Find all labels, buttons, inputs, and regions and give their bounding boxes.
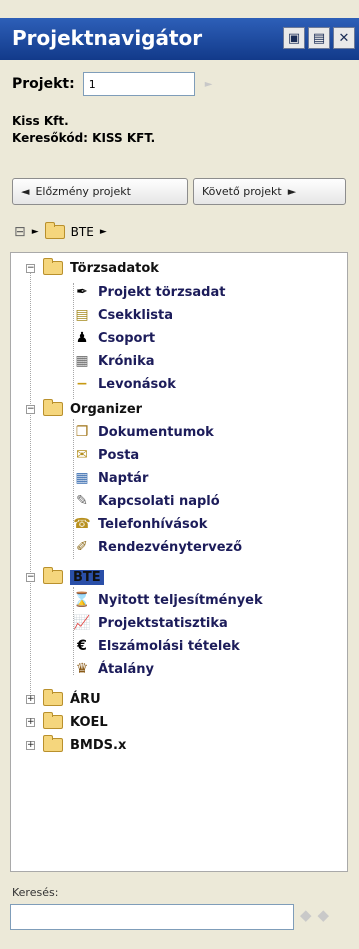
tree-item-telefonhivasok[interactable]: ☎ Telefonhívások xyxy=(73,513,207,535)
tree-view-icon[interactable]: ⊟ xyxy=(14,224,26,240)
documents-icon: ❐ xyxy=(75,424,89,440)
collapse-toggle[interactable]: − xyxy=(26,573,35,582)
tree-item-atalany[interactable]: ♛ Átalány xyxy=(73,658,154,680)
arrow-right-icon: ► xyxy=(287,185,297,198)
project-input[interactable] xyxy=(82,72,195,96)
open-tasks-icon: ⌛ xyxy=(73,592,91,608)
next-project-label: Követő projekt xyxy=(202,185,282,198)
dock-icon[interactable]: ▣ xyxy=(283,27,305,49)
title-bar: Projektnavigátor ▣ ▤ ✕ xyxy=(0,18,359,60)
folder-icon xyxy=(43,399,63,416)
project-tree: − Törzsadatok ✒ Projekt törzsadat ▤ Csek… xyxy=(10,252,348,872)
breadcrumb: ⊟ ► BTE ► xyxy=(14,222,107,240)
prev-project-button[interactable]: ◄ Előzmény projekt xyxy=(12,178,188,205)
tree-group-aru[interactable]: ÁRU xyxy=(43,688,101,710)
collapse-toggle[interactable]: − xyxy=(26,264,35,273)
project-navigator-panel: Projektnavigátor ▣ ▤ ✕ Projekt: ► Kiss K… xyxy=(0,0,359,949)
tree-group-torzsadatok[interactable]: Törzsadatok xyxy=(43,257,159,279)
search-input[interactable] xyxy=(10,904,294,930)
pen-icon: ✒ xyxy=(76,284,88,300)
search-label: Keresés: xyxy=(12,886,59,899)
tree-item-elszamolasi-tetelek[interactable]: € Elszámolási tételek xyxy=(73,635,240,657)
search-next-icon[interactable]: ◆ xyxy=(318,906,330,924)
folder-icon xyxy=(43,567,63,584)
next-project-button[interactable]: Követő projekt ► xyxy=(193,178,346,205)
project-info: Kiss Kft. Keresőkód: KISS KFT. xyxy=(12,113,155,147)
arrow-left-icon: ◄ xyxy=(21,185,30,198)
phone-icon: ☎ xyxy=(73,516,91,532)
tree-group-koel[interactable]: KOEL xyxy=(43,711,108,733)
expand-toggle[interactable]: + xyxy=(26,718,35,727)
contact-log-icon: ✎ xyxy=(76,493,88,509)
search-prev-icon[interactable]: ◆ xyxy=(300,906,312,924)
tree-item-kapcsolati-naplo[interactable]: ✎ Kapcsolati napló xyxy=(73,490,220,512)
folder-icon xyxy=(43,258,63,275)
project-row: Projekt: ► xyxy=(12,72,212,96)
tree-item-levonasok[interactable]: − Levonások xyxy=(73,373,176,395)
tree-group-bte[interactable]: BTE xyxy=(43,566,104,588)
tree-item-csekklista[interactable]: ▤ Csekklista xyxy=(73,304,173,326)
title-buttons: ▣ ▤ ✕ xyxy=(283,27,355,49)
tree-item-nyitott-teljesitmenyek[interactable]: ⌛ Nyitott teljesítmények xyxy=(73,589,262,611)
chevron-right-icon[interactable]: ► xyxy=(100,227,107,237)
breadcrumb-folder[interactable]: BTE xyxy=(71,225,94,239)
company-name: Kiss Kft. xyxy=(12,114,69,128)
project-go-icon[interactable]: ► xyxy=(205,79,213,90)
calendar-icon: ▦ xyxy=(75,470,89,486)
minus-icon: − xyxy=(76,376,88,392)
project-label: Projekt: xyxy=(12,76,75,92)
collapse-toggle[interactable]: − xyxy=(26,405,35,414)
chronicle-icon: ▦ xyxy=(75,353,89,369)
expand-toggle[interactable]: + xyxy=(26,741,35,750)
checklist-icon: ▤ xyxy=(75,307,89,323)
tree-item-naptar[interactable]: ▦ Naptár xyxy=(73,467,148,489)
window-title: Projektnavigátor xyxy=(12,26,203,50)
search-buttons: ◆ ◆ xyxy=(300,906,329,924)
event-planner-icon: ✐ xyxy=(76,539,88,555)
pin-icon[interactable]: ▤ xyxy=(308,27,330,49)
tree-item-dokumentumok[interactable]: ❐ Dokumentumok xyxy=(73,421,214,443)
folder-icon xyxy=(43,735,63,752)
tree-item-kronika[interactable]: ▦ Krónika xyxy=(73,350,154,372)
tree-group-organizer[interactable]: Organizer xyxy=(43,398,142,420)
prev-project-label: Előzmény projekt xyxy=(35,185,131,198)
tree-item-posta[interactable]: ✉ Posta xyxy=(73,444,139,466)
tree-group-bmds[interactable]: BMDS.x xyxy=(43,734,126,756)
folder-icon xyxy=(44,222,65,239)
tree-item-csoport[interactable]: ♟ Csoport xyxy=(73,327,155,349)
money-bag-icon: ♛ xyxy=(75,661,89,677)
group-icon: ♟ xyxy=(75,330,89,346)
close-icon[interactable]: ✕ xyxy=(333,27,355,49)
folder-icon xyxy=(43,689,63,706)
euro-icon: € xyxy=(77,638,87,654)
tree-item-rendezvenytervezo[interactable]: ✐ Rendezvénytervező xyxy=(73,536,242,558)
expand-toggle[interactable]: + xyxy=(26,695,35,704)
folder-icon xyxy=(43,712,63,729)
chevron-right-icon[interactable]: ► xyxy=(32,227,39,237)
tree-item-projektstatisztika[interactable]: 📈 Projektstatisztika xyxy=(73,612,228,634)
search-code: Keresőkód: KISS KFT. xyxy=(12,131,156,145)
statistics-icon: 📈 xyxy=(73,615,91,631)
project-nav: ◄ Előzmény projekt Követő projekt ► xyxy=(12,178,346,205)
mail-icon: ✉ xyxy=(76,447,88,463)
tree-item-projekt-torzsadat[interactable]: ✒ Projekt törzsadat xyxy=(73,281,225,303)
